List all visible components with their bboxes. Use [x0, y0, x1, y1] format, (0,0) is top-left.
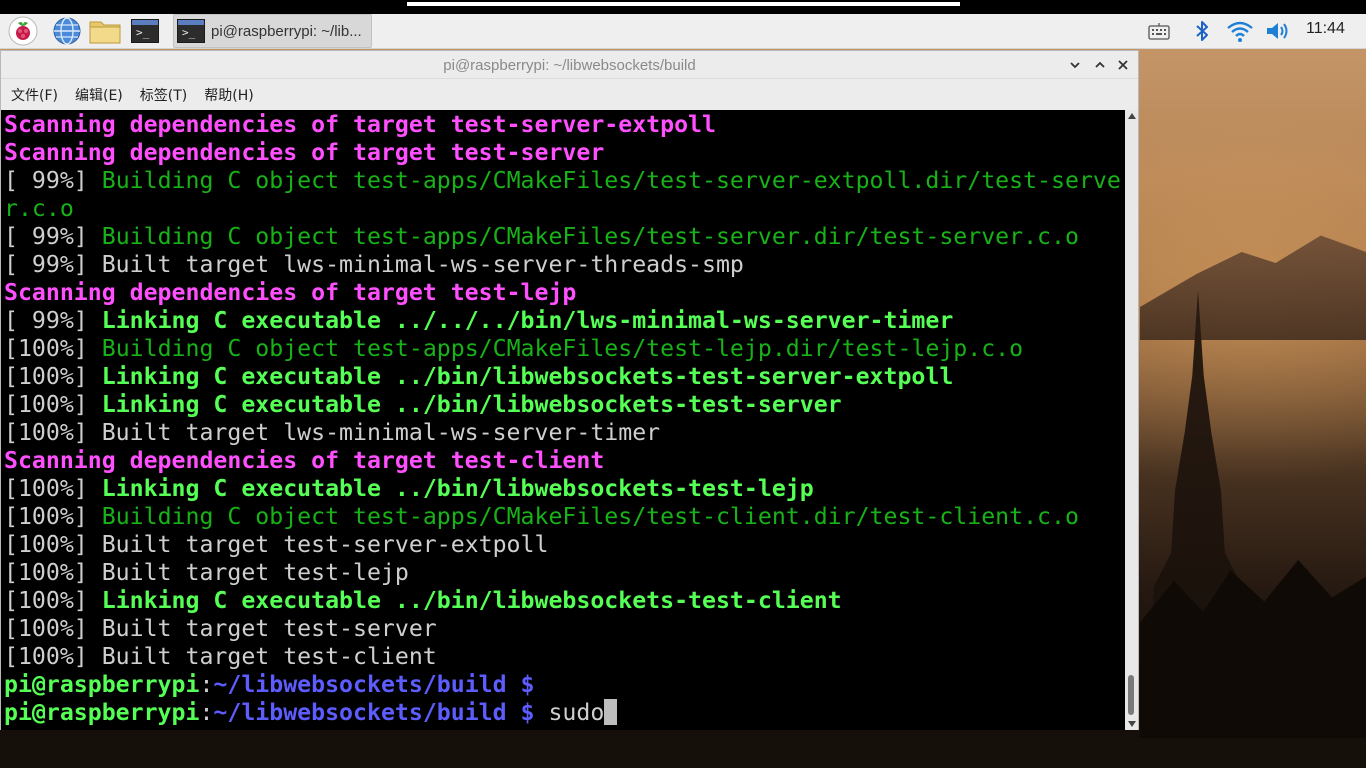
terminal-line: [ 99%] Linking C executable ../../../bin…	[4, 307, 1125, 335]
top-strip-bar	[407, 2, 960, 6]
scroll-up-arrow-icon[interactable]	[1128, 113, 1136, 119]
folder-icon[interactable]	[88, 15, 122, 47]
terminal-text-segment: sudo	[534, 699, 605, 726]
terminal-text-segment: [100%] Built target test-lejp	[4, 559, 409, 586]
terminal-line: [100%] Linking C executable ../bin/libwe…	[4, 391, 1125, 419]
terminal-line: Scanning dependencies of target test-cli…	[4, 447, 1125, 475]
globe-icon[interactable]	[50, 15, 84, 47]
terminal-text-segment: [100%]	[4, 503, 102, 530]
desktop-bottom-strip	[0, 738, 1366, 768]
terminal-text-segment: [100%] Built target test-client	[4, 643, 437, 670]
terminal-text-segment: Linking C executable ../bin/libwebsocket…	[101, 363, 954, 390]
terminal-text-segment: [100%] Built target test-server	[4, 615, 437, 642]
terminal-line: [100%] Built target test-lejp	[4, 559, 1125, 587]
terminal-line: Scanning dependencies of target test-ser…	[4, 139, 1125, 167]
terminal-line: [ 99%] Built target lws-minimal-ws-serve…	[4, 251, 1125, 279]
terminal-line: pi@raspberrypi:~/libwebsockets/build $ s…	[4, 699, 1125, 727]
terminal-text-segment: [100%]	[4, 363, 102, 390]
terminal-icon[interactable]: >_	[128, 15, 162, 47]
terminal-line: [100%] Linking C executable ../bin/libwe…	[4, 363, 1125, 391]
menu-file[interactable]: 文件(F)	[11, 85, 58, 105]
terminal-text-segment: [100%]	[4, 391, 102, 418]
terminal-text-segment: [100%]	[4, 335, 102, 362]
terminal-line: [ 99%] Building C object test-apps/CMake…	[4, 167, 1125, 195]
taskbar-window-label: pi@raspberrypi: ~/lib...	[211, 22, 362, 40]
maximize-icon[interactable]	[1090, 55, 1110, 75]
terminal-line: [ 99%] Building C object test-apps/CMake…	[4, 223, 1125, 251]
terminal-output[interactable]: Scanning dependencies of target test-ser…	[1, 110, 1125, 730]
terminal-text-segment: [100%]	[4, 587, 102, 614]
terminal-text-segment: ~/libwebsockets/build $	[213, 671, 535, 698]
terminal-line: Scanning dependencies of target test-lej…	[4, 279, 1125, 307]
taskbar: >_ >_ pi@raspberrypi: ~/lib... 11:44	[0, 0, 1366, 49]
terminal-text-segment: [ 99%]	[4, 223, 102, 250]
terminal-line: r.c.o	[4, 195, 1125, 223]
terminal-text-segment: Linking C executable ../bin/libwebsocket…	[101, 391, 842, 418]
top-strip	[0, 0, 1366, 14]
terminal-text-segment: Building C object test-apps/CMakeFiles/t…	[101, 223, 1079, 250]
terminal-text-segment: Building C object test-apps/CMakeFiles/t…	[101, 167, 1121, 194]
terminal-line: [100%] Built target test-server	[4, 615, 1125, 643]
terminal-text-segment: r.c.o	[4, 195, 74, 222]
terminal-icon: >_	[177, 19, 205, 43]
clock[interactable]: 11:44	[1306, 20, 1345, 38]
scroll-down-arrow-icon[interactable]	[1128, 721, 1136, 727]
raspberry-pi-icon[interactable]	[6, 15, 40, 47]
scroll-thumb[interactable]	[1128, 675, 1134, 715]
menu-help[interactable]: 帮助(H)	[204, 85, 253, 105]
taskbar-window-button[interactable]: >_ pi@raspberrypi: ~/lib...	[173, 14, 372, 48]
terminal-text-segment: [ 99%]	[4, 307, 102, 334]
menubar: 文件(F) 编辑(E) 标签(T) 帮助(H)	[1, 80, 1138, 110]
terminal-text-segment: :	[199, 671, 214, 698]
terminal-text-segment: Building C object test-apps/CMakeFiles/t…	[101, 335, 1024, 362]
terminal-line: [100%] Linking C executable ../bin/libwe…	[4, 587, 1125, 615]
window-title: pi@raspberrypi: ~/libwebsockets/build	[443, 57, 696, 74]
terminal-text-segment: [100%]	[4, 475, 102, 502]
menu-tabs[interactable]: 标签(T)	[140, 85, 187, 105]
window-titlebar[interactable]: pi@raspberrypi: ~/libwebsockets/build	[1, 51, 1138, 79]
terminal-text-segment: Scanning dependencies of target test-lej…	[4, 279, 577, 306]
terminal-line: [100%] Built target lws-minimal-ws-serve…	[4, 419, 1125, 447]
terminal-text-segment: pi@raspberrypi	[4, 699, 200, 726]
terminal-line: [100%] Building C object test-apps/CMake…	[4, 503, 1125, 531]
terminal-text-segment: [100%] Built target lws-minimal-ws-serve…	[4, 419, 661, 446]
terminal-line: [100%] Built target test-server-extpoll	[4, 531, 1125, 559]
terminal-scrollbar[interactable]	[1125, 110, 1138, 730]
bluetooth-icon[interactable]	[1185, 15, 1219, 47]
terminal-line: [100%] Building C object test-apps/CMake…	[4, 335, 1125, 363]
close-icon[interactable]	[1113, 55, 1133, 75]
terminal-text-segment: Building C object test-apps/CMakeFiles/t…	[101, 503, 1079, 530]
terminal-text-segment: [ 99%]	[4, 167, 102, 194]
volume-icon[interactable]	[1261, 15, 1295, 47]
terminal-window: pi@raspberrypi: ~/libwebsockets/build 文件…	[0, 50, 1139, 730]
terminal-text-segment: [ 99%] Built target lws-minimal-ws-serve…	[4, 251, 744, 278]
terminal-text-segment: ~/libwebsockets/build $	[213, 699, 535, 726]
terminal-line: pi@raspberrypi:~/libwebsockets/build $	[4, 671, 1125, 699]
terminal-text-segment: [100%] Built target test-server-extpoll	[4, 531, 549, 558]
minimize-icon[interactable]	[1065, 55, 1085, 75]
menu-edit[interactable]: 编辑(E)	[75, 85, 123, 105]
terminal-cursor	[604, 699, 618, 725]
terminal-text-segment: :	[199, 699, 214, 726]
terminal-text-segment: Linking C executable ../bin/libwebsocket…	[101, 587, 842, 614]
terminal-text-segment: Scanning dependencies of target test-cli…	[4, 447, 605, 474]
terminal-text-segment: Linking C executable ../bin/libwebsocket…	[101, 475, 814, 502]
terminal-text-segment: pi@raspberrypi	[4, 671, 200, 698]
terminal-text-segment: Scanning dependencies of target test-ser…	[4, 111, 716, 138]
terminal-text-segment: Linking C executable ../../../bin/lws-mi…	[101, 307, 954, 334]
wifi-icon[interactable]	[1223, 15, 1257, 47]
terminal-text-segment: Scanning dependencies of target test-ser…	[4, 139, 605, 166]
keyboard-icon[interactable]	[1142, 15, 1176, 47]
terminal-line: [100%] Built target test-client	[4, 643, 1125, 671]
terminal-line: Scanning dependencies of target test-ser…	[4, 111, 1125, 139]
terminal-line: [100%] Linking C executable ../bin/libwe…	[4, 475, 1125, 503]
